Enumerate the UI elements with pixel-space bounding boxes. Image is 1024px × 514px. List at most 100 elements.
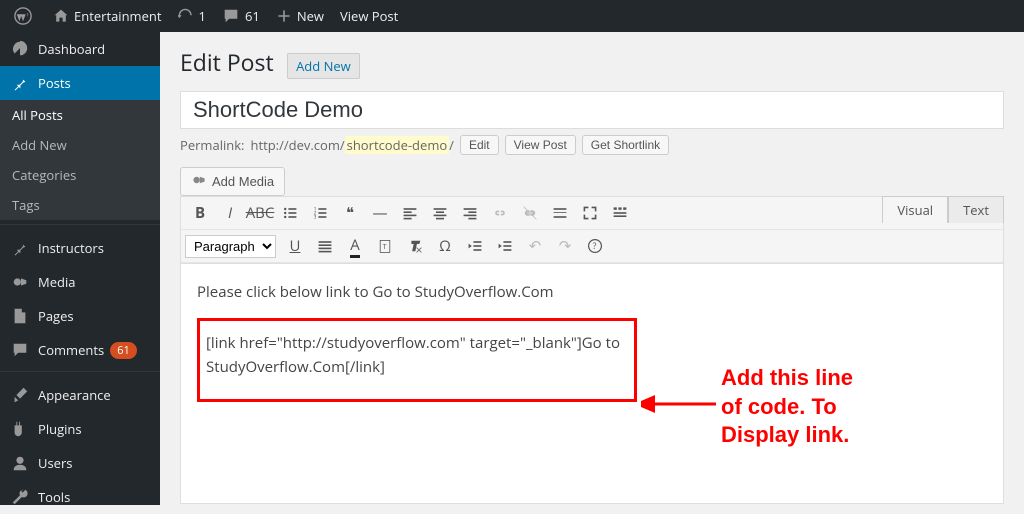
submenu-all-posts[interactable]: All Posts xyxy=(0,100,160,130)
submenu-categories[interactable]: Categories xyxy=(0,160,160,190)
menu-comments[interactable]: Comments 61 xyxy=(0,333,160,367)
updates-count: 1 xyxy=(199,7,206,25)
brush-icon xyxy=(10,386,30,404)
indent-button[interactable] xyxy=(490,232,520,260)
edit-slug-button[interactable]: Edit xyxy=(460,135,499,155)
editor-toolbar: B I ABC 123 ❝ ― Paragraph U A xyxy=(180,196,1004,264)
new-content[interactable]: New xyxy=(268,0,332,32)
highlight-box: [link href="http://studyoverflow.com" ta… xyxy=(197,318,637,402)
fullscreen-button[interactable] xyxy=(575,199,605,227)
special-char-button[interactable]: Ω xyxy=(430,232,460,260)
more-button[interactable] xyxy=(545,199,575,227)
tools-icon xyxy=(10,488,30,506)
home-icon xyxy=(53,8,69,24)
site-name[interactable]: Entertainment xyxy=(45,0,170,32)
unlink-button[interactable] xyxy=(515,199,545,227)
menu-instructors-label: Instructors xyxy=(38,239,104,257)
svg-text:T: T xyxy=(383,242,387,252)
permalink-label: Permalink: xyxy=(180,136,244,154)
menu-comments-label: Comments xyxy=(38,341,104,359)
content-area: Edit Post Add New Permalink: http://dev.… xyxy=(160,32,1024,505)
editor-body[interactable]: Please click below link to Go to StudyOv… xyxy=(180,264,1004,504)
menu-pages-label: Pages xyxy=(38,307,74,325)
page-title: Edit Post xyxy=(180,46,274,78)
svg-text:?: ? xyxy=(593,240,597,252)
post-title-input[interactable] xyxy=(180,91,1004,129)
format-select[interactable]: Paragraph xyxy=(185,235,276,258)
menu-dashboard[interactable]: Dashboard xyxy=(0,32,160,66)
underline-button[interactable]: U xyxy=(280,232,310,260)
strike-button[interactable]: ABC xyxy=(245,199,275,227)
view-post-bar[interactable]: View Post xyxy=(332,0,406,32)
get-shortlink-button[interactable]: Get Shortlink xyxy=(582,135,669,155)
code-line-2: StudyOverflow.Com[/link] xyxy=(206,355,624,379)
comments-badge: 61 xyxy=(110,342,137,359)
menu-pages[interactable]: Pages xyxy=(0,299,160,333)
comment-icon xyxy=(10,341,30,359)
tab-visual[interactable]: Visual xyxy=(882,196,948,223)
paste-text-button[interactable]: T xyxy=(370,232,400,260)
add-new-button[interactable]: Add New xyxy=(287,53,360,79)
wp-logo[interactable] xyxy=(6,0,45,32)
plus-icon xyxy=(276,8,292,24)
editor-tabs: Visual Text xyxy=(882,196,1004,223)
menu-media[interactable]: Media xyxy=(0,265,160,299)
menu-users[interactable]: Users xyxy=(0,446,160,480)
pin-icon xyxy=(10,74,30,92)
annotation-text: Add this line of code. To Display link. xyxy=(721,364,853,450)
admin-sidebar: Dashboard Posts All Posts Add New Catego… xyxy=(0,32,160,505)
user-icon xyxy=(10,454,30,472)
number-list-button[interactable]: 123 xyxy=(305,199,335,227)
permalink-row: Permalink: http://dev.com/shortcode-demo… xyxy=(180,135,1004,155)
page-icon xyxy=(10,307,30,325)
menu-separator xyxy=(0,220,160,225)
media-icon xyxy=(191,172,207,191)
menu-appearance[interactable]: Appearance xyxy=(0,378,160,412)
tab-text[interactable]: Text xyxy=(948,196,1004,223)
align-center-button[interactable] xyxy=(425,199,455,227)
submenu-tags[interactable]: Tags xyxy=(0,190,160,220)
align-left-button[interactable] xyxy=(395,199,425,227)
kitchen-sink-button[interactable] xyxy=(605,199,635,227)
help-button[interactable]: ? xyxy=(580,232,610,260)
menu-tools-label: Tools xyxy=(38,488,70,506)
menu-appearance-label: Appearance xyxy=(38,386,111,404)
add-media-button[interactable]: Add Media xyxy=(180,167,285,196)
editor-wrap: Visual Text B I ABC 123 ❝ ― xyxy=(180,196,1004,504)
hr-button[interactable]: ― xyxy=(365,199,395,227)
pin-icon xyxy=(10,239,30,257)
menu-plugins[interactable]: Plugins xyxy=(0,412,160,446)
new-label: New xyxy=(297,7,324,25)
justify-button[interactable] xyxy=(310,232,340,260)
view-post-label: View Post xyxy=(340,7,398,25)
update-icon xyxy=(178,8,194,24)
bullet-list-button[interactable] xyxy=(275,199,305,227)
menu-instructors[interactable]: Instructors xyxy=(0,231,160,265)
bold-button[interactable]: B xyxy=(185,199,215,227)
plugin-icon xyxy=(10,420,30,438)
code-line-1: [link href="http://studyoverflow.com" ta… xyxy=(206,331,624,355)
comments-bar[interactable]: 61 xyxy=(214,0,268,32)
menu-tools[interactable]: Tools xyxy=(0,480,160,514)
permalink-base: http://dev.com/ xyxy=(250,136,344,154)
comments-bar-count: 61 xyxy=(245,7,260,25)
textcolor-button[interactable]: A xyxy=(340,232,370,260)
admin-bar: Entertainment 1 61 New View Post xyxy=(0,0,1024,32)
menu-posts-label: Posts xyxy=(38,74,71,92)
updates[interactable]: 1 xyxy=(170,0,214,32)
clear-format-button[interactable] xyxy=(400,232,430,260)
redo-button[interactable]: ↷ xyxy=(550,232,580,260)
undo-button[interactable]: ↶ xyxy=(520,232,550,260)
site-title-text: Entertainment xyxy=(74,7,162,25)
submenu-add-new[interactable]: Add New xyxy=(0,130,160,160)
italic-button[interactable]: I xyxy=(215,199,245,227)
add-media-label: Add Media xyxy=(212,174,274,189)
wordpress-icon xyxy=(14,7,32,25)
outdent-button[interactable] xyxy=(460,232,490,260)
menu-plugins-label: Plugins xyxy=(38,420,82,438)
link-button[interactable] xyxy=(485,199,515,227)
view-post-button[interactable]: View Post xyxy=(505,135,576,155)
align-right-button[interactable] xyxy=(455,199,485,227)
menu-posts[interactable]: Posts xyxy=(0,66,160,100)
blockquote-button[interactable]: ❝ xyxy=(335,199,365,227)
